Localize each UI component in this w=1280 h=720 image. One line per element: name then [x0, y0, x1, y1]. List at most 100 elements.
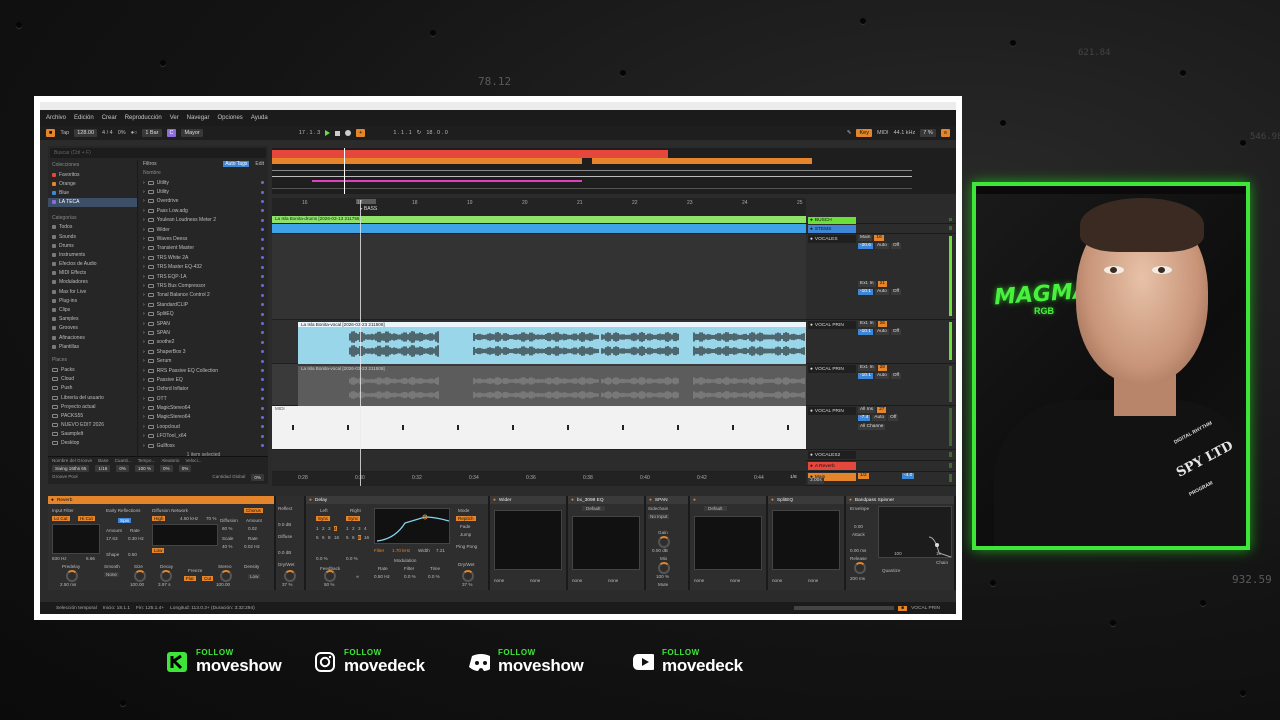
collection-item[interactable]: Favoritos [48, 170, 137, 179]
preset-select[interactable]: Default [704, 506, 727, 511]
ruler-bar-number[interactable]: 18 [412, 200, 418, 206]
track-name-button[interactable]: ● BUSCH [808, 217, 856, 224]
shape-value[interactable]: 0.50 [128, 552, 137, 557]
mute-button[interactable]: Mute [658, 582, 668, 587]
preview-dot-icon[interactable] [261, 406, 264, 410]
delay-drywet-knob[interactable] [462, 570, 474, 582]
place-item[interactable]: Desktop [48, 439, 137, 448]
filter-display[interactable] [52, 524, 100, 554]
preview-dot-icon[interactable] [261, 369, 264, 372]
browser-item[interactable]: › Youlean Loudness Meter 2 [139, 216, 268, 225]
chevron-right-icon[interactable]: › [143, 443, 145, 449]
midi-note[interactable] [347, 425, 349, 430]
midi-note[interactable] [457, 425, 459, 430]
chevron-right-icon[interactable]: › [143, 198, 145, 204]
track-name-button[interactable]: ● VOCALES2 [808, 451, 856, 459]
preview-dot-icon[interactable] [261, 359, 264, 363]
chevron-right-icon[interactable]: › [143, 236, 145, 242]
category-item[interactable]: Max for Live [48, 287, 137, 296]
browser-item[interactable]: › TRS EQP-1A [139, 272, 268, 281]
follow-icon[interactable]: ■ [46, 129, 56, 137]
ruler-bar-number[interactable]: 22 [632, 200, 638, 206]
decay-value[interactable]: 3.97 s [158, 582, 171, 587]
arrangement-position[interactable]: 17 . 1 . 3 [299, 130, 320, 136]
chevron-right-icon[interactable]: › [143, 245, 145, 251]
master-half[interactable]: 1/2 [858, 473, 869, 479]
browser-item[interactable]: › TRS Master EQ-432 [139, 263, 268, 272]
menu-edicion[interactable]: Edición [74, 115, 94, 121]
automation-arm-icon[interactable]: + [356, 129, 366, 137]
input-type-select[interactable]: All Ins [858, 407, 876, 413]
preview-dot-icon[interactable] [261, 312, 264, 316]
delay-division-button[interactable]: 3 [358, 526, 361, 531]
track-lane-vocal-prin[interactable]: La Isla Bonita-vocal [2026-03-23 211508] [272, 320, 806, 364]
spin-toggle[interactable]: Spin [118, 518, 132, 523]
loop-icon[interactable]: ↻ [417, 130, 422, 136]
time-marker[interactable]: 0:34 [469, 475, 479, 481]
track-fold-icon[interactable]: ● [810, 367, 813, 372]
chain-select[interactable]: Chain [936, 560, 948, 565]
plugin-window[interactable] [572, 516, 640, 570]
volume-field[interactable]: -10.1 [858, 373, 873, 379]
preview-dot-icon[interactable] [261, 397, 264, 401]
macro-select[interactable]: none [608, 578, 618, 583]
power-icon[interactable]: ● [51, 498, 54, 503]
monitor-off[interactable]: Off [890, 289, 902, 295]
feedback-value[interactable]: 50 % [324, 582, 334, 587]
place-item[interactable]: Cloud [48, 375, 137, 384]
category-item[interactable]: Clips [48, 305, 137, 314]
feedback-knob[interactable] [324, 570, 336, 582]
category-item[interactable]: Samples [48, 315, 137, 324]
midi-note[interactable] [732, 425, 734, 430]
menu-navegar[interactable]: Navegar [187, 115, 210, 121]
groove-cell[interactable]: 100 % [135, 465, 155, 472]
menu-archivo[interactable]: Archivo [46, 115, 66, 121]
device-scrollbar[interactable] [794, 606, 895, 610]
category-item[interactable]: Moduladores [48, 278, 137, 287]
track-fold-icon[interactable]: ● [810, 237, 813, 242]
chevron-right-icon[interactable]: › [143, 180, 145, 186]
menu-reproduccion[interactable]: Reproducción [125, 115, 162, 121]
filters-toggle[interactable]: Filtros [143, 161, 157, 167]
chevron-right-icon[interactable]: › [143, 358, 145, 364]
midi-note[interactable] [512, 425, 514, 430]
track-header[interactable]: ● VOCALES2 [806, 450, 956, 461]
track-name-button[interactable]: ● VOCAL PRIN [808, 407, 856, 415]
device-spliteq[interactable]: ● SplitEQ none none [768, 496, 846, 590]
freq-value[interactable]: 830 Hz [52, 556, 67, 561]
chevron-right-icon[interactable]: › [143, 414, 145, 420]
category-item[interactable]: Todos [48, 223, 137, 232]
smooth-select[interactable]: None [104, 572, 119, 577]
volume-field[interactable]: -10.1 [858, 289, 873, 295]
category-item[interactable]: Afinaciones [48, 333, 137, 342]
name-column-header[interactable]: Nombre [139, 168, 268, 178]
browser-item[interactable]: › Oxford Inflator [139, 385, 268, 394]
preview-dot-icon[interactable] [261, 265, 264, 269]
preview-dot-icon[interactable] [261, 228, 264, 232]
track-name-button[interactable]: ● VOCALES [808, 235, 856, 243]
left-sync-button[interactable]: Sync [316, 516, 331, 521]
track-header[interactable]: ● A Reverb [806, 461, 956, 472]
monitor-off[interactable]: Off [888, 415, 899, 421]
track-lane-stems[interactable] [272, 224, 806, 234]
browser-item[interactable]: › Utility [139, 187, 268, 196]
browser-item[interactable]: › Gullfoss [139, 441, 268, 450]
chevron-right-icon[interactable]: › [143, 283, 145, 289]
plugin-window[interactable] [494, 510, 562, 570]
macro-select[interactable]: none [494, 578, 504, 583]
key-select[interactable]: C [166, 129, 177, 137]
stereo-value[interactable]: 100.00 [216, 582, 230, 587]
browser-item[interactable]: › RRS Passive EQ Collection [139, 366, 268, 375]
chevron-right-icon[interactable]: › [143, 208, 145, 214]
mod-time-value[interactable]: 0.0 % [428, 574, 440, 579]
plugin-window[interactable] [772, 510, 840, 570]
preview-dot-icon[interactable] [261, 415, 264, 419]
midi-note[interactable] [622, 425, 624, 430]
repitch-button[interactable]: Repitch [456, 516, 476, 521]
track-fold-icon[interactable]: ● [810, 218, 813, 223]
chevron-right-icon[interactable]: › [143, 292, 145, 298]
width-value[interactable]: 6.66 [86, 556, 95, 561]
macro-select[interactable]: none [530, 578, 540, 583]
preview-dot-icon[interactable] [261, 190, 264, 194]
browser-item[interactable]: › Pass Low.adg [139, 206, 268, 215]
